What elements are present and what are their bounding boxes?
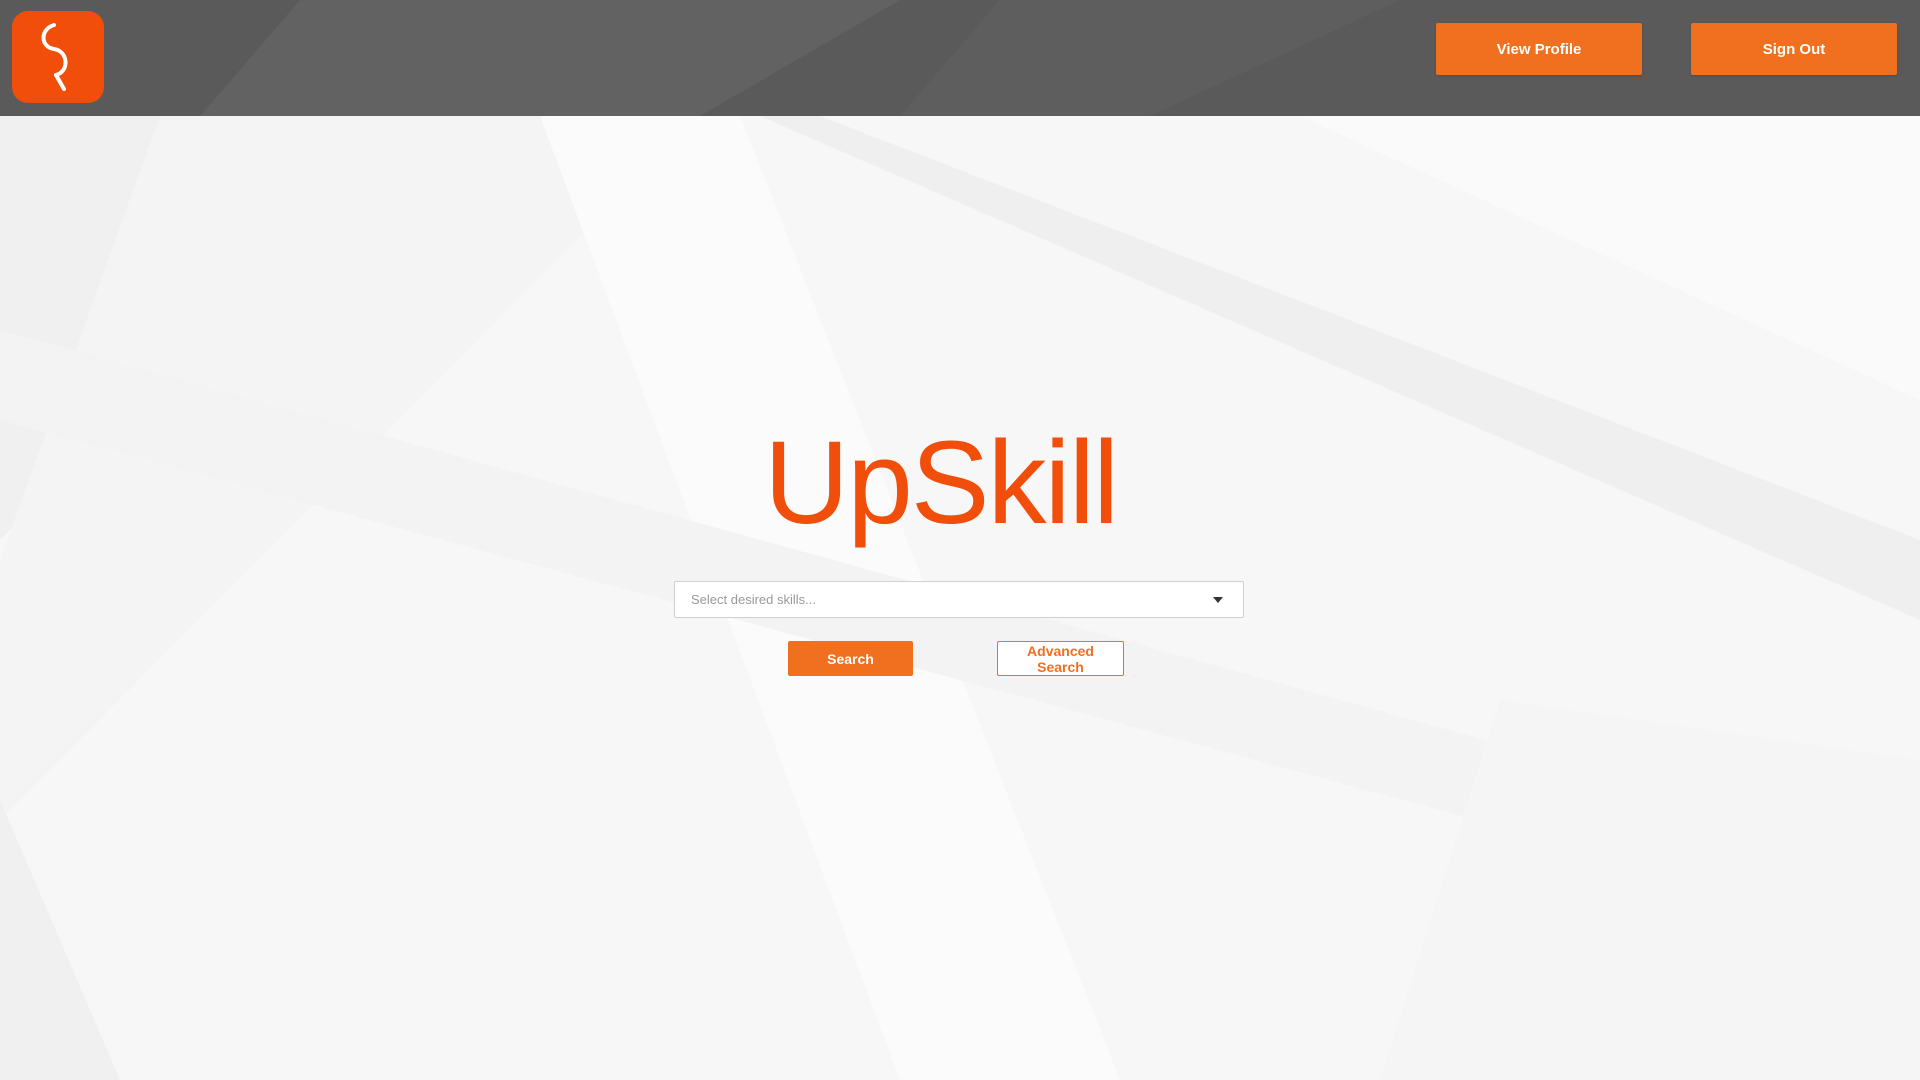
chevron-down-icon[interactable]	[1213, 596, 1223, 603]
top-navbar: View Profile Sign Out	[0, 0, 1920, 116]
upskill-app-icon[interactable]	[12, 11, 104, 103]
advanced-search-button[interactable]: Advanced Search	[997, 641, 1124, 676]
upskill-logo: UpSkill	[764, 424, 1154, 574]
search-panel: UpSkill Select desired skills... Search …	[0, 0, 1920, 1080]
skills-select-dropdown[interactable]: Select desired skills...	[674, 581, 1244, 618]
skills-select-placeholder: Select desired skills...	[691, 592, 816, 607]
brand-wordmark: UpSkill	[764, 417, 1119, 549]
search-button[interactable]: Search	[788, 641, 913, 676]
view-profile-button[interactable]: View Profile	[1436, 23, 1642, 75]
page: View Profile Sign Out UpSkill Select des…	[0, 0, 1920, 1080]
sign-out-button[interactable]: Sign Out	[1691, 23, 1897, 75]
upskill-s-icon	[41, 23, 68, 91]
